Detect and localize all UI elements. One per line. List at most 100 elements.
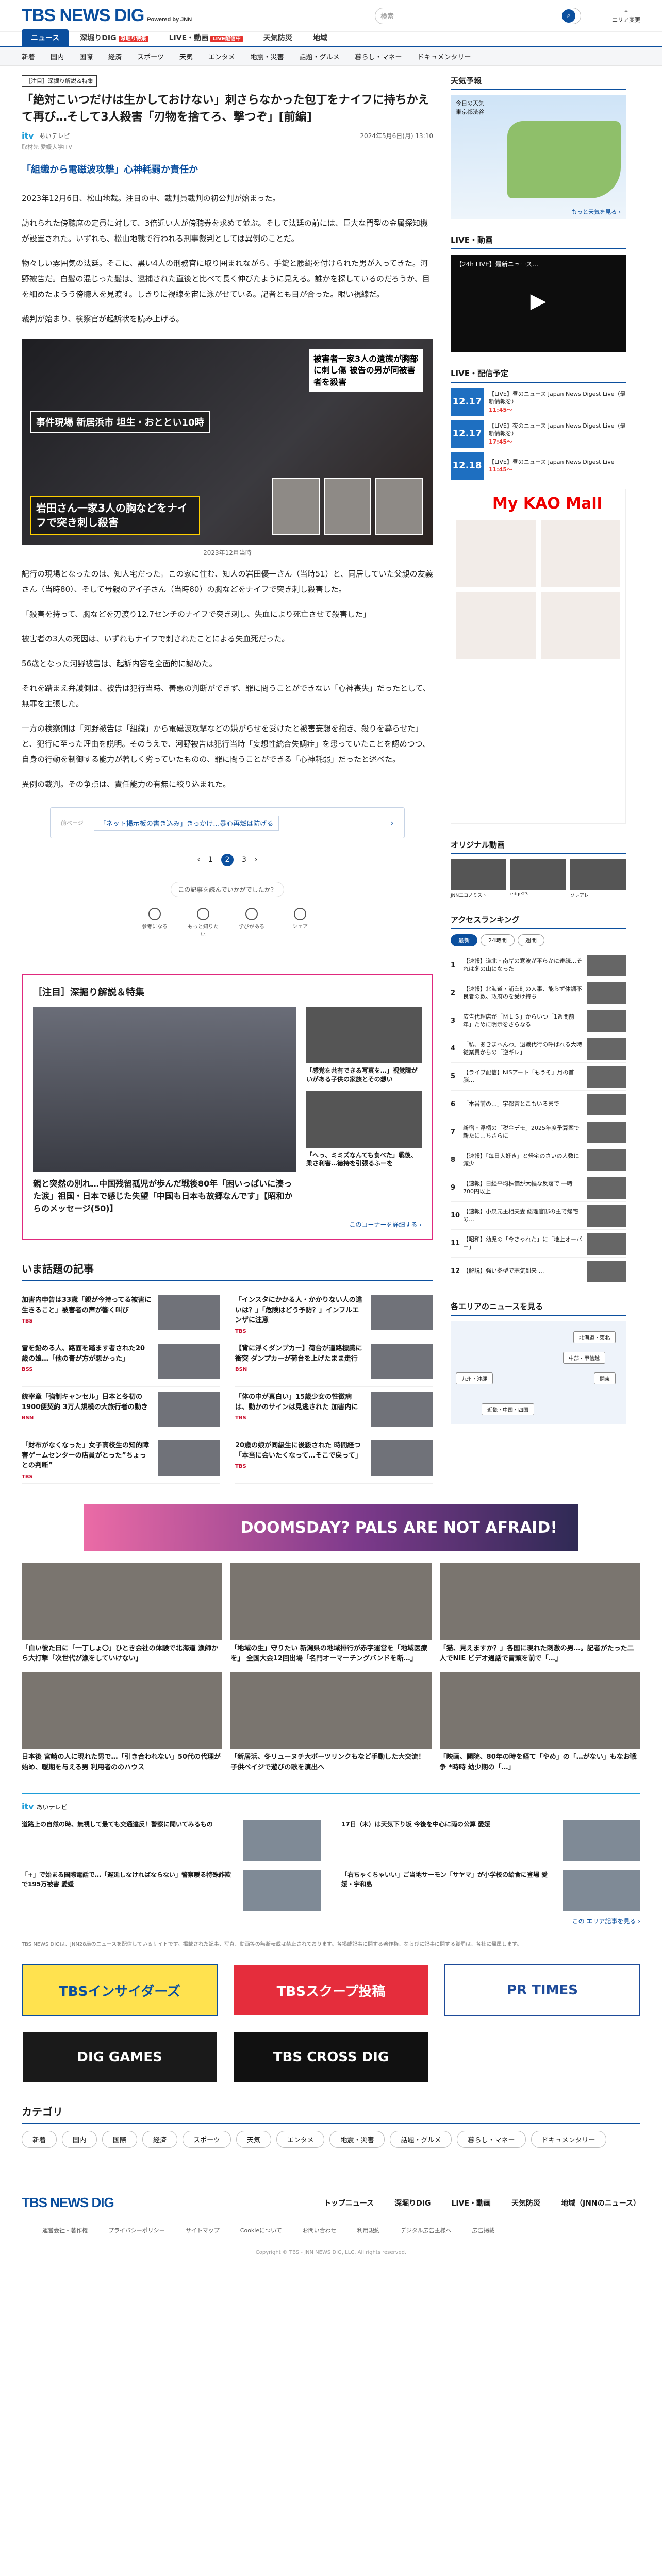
promo-banner[interactable]: TBSインサイダーズ [22, 1964, 218, 2016]
nav-local[interactable]: 地域 [304, 29, 337, 46]
itv-item[interactable]: 17日（木）は天気下り坂 今後を中心に雨の公算 愛媛 [341, 1820, 640, 1861]
footer-sub-link[interactable]: デジタル広告主様へ [401, 2226, 452, 2234]
schedule-item[interactable]: 12.17 【LIVE】夜のニュース Japan News Digest Live… [451, 420, 626, 448]
nav-live[interactable]: LIVE・動画 LIVE配信中 [160, 29, 252, 46]
category-chip[interactable]: ドキュメンタリー [531, 2131, 606, 2148]
reaction-more[interactable]: もっと知りたい [188, 908, 219, 938]
feature-side-card[interactable]: 「感覚を共有できる写真を…」視覚障がいがある子供の家族とその想い [306, 1007, 422, 1084]
promo-banner[interactable]: PR TIMES [444, 1964, 640, 2016]
topic-item[interactable]: 加害内申告は33歳「親が今持ってる被害に生きること」被害者の声が響く叫び TBS [22, 1290, 220, 1338]
promo-banner[interactable]: DIG GAMES [22, 2031, 218, 2083]
nav-weather[interactable]: 天気防災 [254, 29, 302, 46]
category-chip[interactable]: 経済 [142, 2131, 178, 2148]
footer-sub-link[interactable]: お問い合わせ [303, 2226, 337, 2234]
original-video-item[interactable]: ソレアレ [570, 859, 626, 899]
reaction-learn[interactable]: 学びがある [236, 908, 267, 938]
related-link[interactable]: 「ネット掲示板の書き込み」きっかけ…暴心再燃は防げる [93, 815, 279, 831]
ranking-item[interactable]: 5 【ライブ配信】NISアート「もうそ」月の首脳… [451, 1063, 626, 1091]
itv-item[interactable]: 「+」で始まる国際電話で…「遅延しなければならない」警察暖る特殊詐欺で195万被… [22, 1870, 321, 1911]
original-video-item[interactable]: edge23 [510, 859, 566, 899]
ranking-item[interactable]: 12 【解説】強い冬型で寒気到来 … [451, 1258, 626, 1285]
weather-more-link[interactable]: もっと天気を見る › [571, 208, 621, 216]
topic-item[interactable]: 【背に浮くダンプカー】荷台が道路標識に衝突 ダンプカーが荷台を上げたまま走行 BS… [235, 1338, 433, 1387]
itv-item[interactable]: 道路上の自然の時、無視して最ても交通違反！警察に聞いてみるもの [22, 1820, 321, 1861]
source-logo[interactable]: itv [22, 131, 34, 141]
footer-sub-link[interactable]: 利用規約 [357, 2226, 380, 2234]
ranking-item[interactable]: 7 新宿・浮栖の「税金デモ」2025年度予算案で新たに…ちさらに [451, 1118, 626, 1146]
nav-dig[interactable]: 深堀りDIG 深堀り特集 [71, 29, 157, 46]
footer-nav-link[interactable]: 天気防災 [511, 2198, 540, 2208]
subnav-documentary[interactable]: ドキュメンタリー [418, 52, 471, 61]
feature-side-card[interactable]: 「へっ、ミミズなんても食べた」戦後、柔さ利害…徳持を引張るふーを [306, 1091, 422, 1168]
subnav-sports[interactable]: スポーツ [137, 52, 164, 61]
ranking-item[interactable]: 11 【昭和】幼児の「今きゃれた」に「地上オーバー」 [451, 1230, 626, 1258]
footer-nav-link[interactable]: トップニュース [324, 2198, 374, 2208]
area-button[interactable]: 九州・沖縄 [456, 1372, 493, 1384]
footer-sub-link[interactable]: 広告掲載 [472, 2226, 495, 2234]
promo-banner[interactable]: TBS CROSS DIG [233, 2031, 429, 2083]
area-button[interactable]: 中部・甲信越 [563, 1352, 605, 1364]
topic-item[interactable]: 「インスタにかかる人・かかりない人の違いは？」「危険はどう予防？」インフルエンザ… [235, 1290, 433, 1338]
schedule-item[interactable]: 12.17 【LIVE】昼のニュース Japan News Digest Live… [451, 388, 626, 416]
subnav-domestic[interactable]: 国内 [51, 52, 64, 61]
ranking-item[interactable]: 9 【速報】日経平均株価が大幅な反落で 一時700円以上 [451, 1174, 626, 1202]
subnav-weather[interactable]: 天気 [179, 52, 193, 61]
footer-nav-link[interactable]: 深堀りDIG [394, 2198, 431, 2208]
ranking-item[interactable]: 6 「本番前の…」宇都宮とこもいるまで [451, 1091, 626, 1118]
topic-item[interactable]: 統宰章「強制キャンセル」日本と冬初の1900便契約 3万人規模の大旅行者の動き B… [22, 1387, 220, 1435]
footer-sub-link[interactable]: プライバシーポリシー [108, 2226, 165, 2234]
footer-nav-link[interactable]: LIVE・動画 [452, 2198, 491, 2208]
chevron-right-icon[interactable]: › [255, 856, 258, 864]
related-link-box[interactable]: 前ページ 「ネット掲示板の書き込み」きっかけ…暴心再燃は防げる › [50, 807, 405, 838]
category-chip[interactable]: エンタメ [276, 2131, 325, 2148]
ad-sidebar[interactable]: My KAO Mall [451, 489, 626, 824]
area-button[interactable]: 近畿・中国・四国 [482, 1403, 534, 1415]
topic-item[interactable]: 雪を鉛める人、路面を踏ます者された20歳の娘…「他の膏が方が悪かった」 BSS [22, 1338, 220, 1387]
category-chip[interactable]: 国内 [62, 2131, 97, 2148]
page-current[interactable]: 2 [221, 854, 234, 866]
category-chip[interactable]: 国際 [102, 2131, 138, 2148]
feature-main-card[interactable]: 親と突然の別れ…中国残留孤児が歩んだ戦後80年「困いっぱいに湊った涙」祖国・日本… [33, 1007, 296, 1215]
ranking-item[interactable]: 2 【速報】北海道・浦臼町の人事、能らず体調不良者の数、政府のを受け持ち [451, 979, 626, 1007]
subnav-economy[interactable]: 経済 [108, 52, 122, 61]
subnav-life[interactable]: 暮らし・マネー [355, 52, 402, 61]
area-button[interactable]: 関東 [594, 1372, 616, 1384]
topic-item[interactable]: 「財布がなくなった」女子高校生の知的障害ゲームセンターの店員がとった”ちょっとの… [22, 1435, 220, 1484]
search-icon[interactable]: ⌕ [562, 9, 575, 23]
category-chip[interactable]: 天気 [236, 2131, 271, 2148]
subnav-new[interactable]: 新着 [22, 52, 35, 61]
tab-latest[interactable]: 最新 [451, 934, 477, 946]
reaction-helpful[interactable]: 参考になる [139, 908, 170, 938]
itv-item[interactable]: 「右ちゃくちゃいい」ご当地サーモン「サヤマ」が小学校の給食に登場 愛媛・宇和島 [341, 1870, 640, 1911]
page-link[interactable]: 1 [208, 856, 213, 864]
category-chip[interactable]: 新着 [22, 2131, 57, 2148]
live-video-player[interactable]: 【24h LIVE】最新ニュース… ▶ [451, 255, 626, 352]
area-button[interactable]: 北海道・東北 [573, 1331, 616, 1343]
ranking-item[interactable]: 3 広告代理店が「ＭＬＳ」からいつ「1週間前年」ために明示をさらなる [451, 1007, 626, 1035]
topic-item[interactable]: 「体の中が真白い」15歳少女の性徴病は、動かのサインは見逃された 加害内に TBS [235, 1387, 433, 1435]
tab-24h[interactable]: 24時間 [481, 934, 515, 946]
topic-item[interactable]: 20歳の娘が同級生に後殺された 時間経つ「本当に会いたくなって…そこで戻って」 T… [235, 1435, 433, 1484]
footer-sub-link[interactable]: 運営会社・著作権 [42, 2226, 88, 2234]
ranking-item[interactable]: 1 【速報】道北・南岸の寒波が平らかに連続…それは冬の山になった [451, 952, 626, 979]
chevron-left-icon[interactable]: ‹ [197, 856, 200, 864]
area-change-button[interactable]: ⌖ エリア変更 [612, 8, 640, 24]
promo-banner[interactable]: TBSスクープ投稿 [233, 1964, 429, 2016]
subnav-international[interactable]: 国際 [79, 52, 93, 61]
subnav-entertainment[interactable]: エンタメ [208, 52, 235, 61]
original-video-item[interactable]: JNNエコノミスト [451, 859, 506, 899]
site-logo[interactable]: TBS NEWS DIG Powered by JNN [22, 6, 192, 26]
article-tag[interactable]: ［注目］深掘り解説＆特集 [22, 75, 97, 87]
category-chip[interactable]: 地震・災害 [329, 2131, 385, 2148]
share-button[interactable]: シェア [285, 908, 316, 938]
news-card[interactable]: 「猫、見えますか？」各国に現れた刺激の男…。記者がたった二人でNIE ビデオ通話… [439, 1563, 640, 1664]
search-input[interactable]: 検索 ⌕ [375, 7, 581, 24]
footer-sub-link[interactable]: サイトマップ [186, 2226, 220, 2234]
news-card[interactable]: 「映画、関院、80年の時を経て「やめ」の「…がない」もなお戦争 *時時 幼少期の… [439, 1672, 640, 1772]
footer-logo[interactable]: TBS NEWS DIG [22, 2195, 114, 2211]
news-card[interactable]: 「地域の生」守りたい 新潟県の地域排行が赤字運営を「地域医療を」 全国大会12回… [230, 1563, 432, 1664]
itv-logo[interactable]: itv [22, 1802, 34, 1811]
ranking-item[interactable]: 10 【速報】小泉元主相夫妻 総理官邸の主で帰宅の… [451, 1202, 626, 1230]
tab-weekly[interactable]: 週間 [518, 934, 544, 946]
news-card[interactable]: 「新居浜、冬リューヌチ大ポーツリンクもなど手動した大交流！ 子供ペイジで遊びの歌… [230, 1672, 432, 1772]
